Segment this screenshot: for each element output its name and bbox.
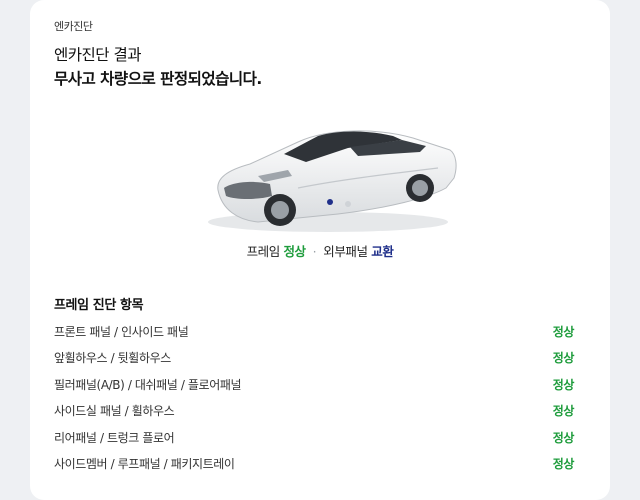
item-status: 정상	[552, 430, 575, 445]
list-item: 리어패널 / 트렁크 플로어 정상	[54, 424, 574, 451]
list-item: 사이드실 패널 / 휠하우스 정상	[54, 398, 574, 425]
item-status: 정상	[552, 324, 575, 339]
list-item: 필러패널(A/B) / 대쉬패널 / 플로어패널 정상	[54, 371, 574, 398]
frame-label: 프레임	[246, 244, 281, 259]
item-label: 사이드멤버 / 루프패널 / 패키지트레이	[54, 457, 235, 472]
frame-status: 정상	[283, 244, 306, 259]
item-label: 필러패널(A/B) / 대쉬패널 / 플로어패널	[54, 377, 242, 392]
section-label: 엔카진단	[54, 20, 93, 33]
car-image	[188, 118, 458, 236]
panel-status: 교환	[371, 244, 394, 259]
diagnosis-card: 엔카진단 엔카진단 결과 무사고 차량으로 판정되었습니다. 프레임 정상 · …	[30, 0, 610, 500]
item-label: 앞휠하우스 / 뒷휠하우스	[54, 351, 171, 366]
item-label: 사이드실 패널 / 휠하우스	[54, 404, 175, 419]
panel-label: 외부패널	[323, 244, 368, 259]
list-item: 프론트 패널 / 인사이드 패널 정상	[54, 318, 574, 345]
item-status: 정상	[552, 404, 575, 419]
diagnosis-summary: 프레임 정상 · 외부패널 교환	[30, 241, 610, 260]
separator-dot: ·	[312, 244, 317, 259]
result-title: 엔카진단 결과 무사고 차량으로 판정되었습니다.	[54, 43, 262, 91]
item-label: 리어패널 / 트렁크 플로어	[54, 430, 175, 445]
list-item: 앞휠하우스 / 뒷휠하우스 정상	[54, 345, 574, 372]
frame-items-title: 프레임 진단 항목	[54, 298, 144, 313]
frame-items-list: 프론트 패널 / 인사이드 패널 정상 앞휠하우스 / 뒷휠하우스 정상 필러패…	[54, 318, 574, 477]
result-title-line2: 무사고 차량으로 판정되었습니다.	[54, 70, 262, 88]
car-illustration	[208, 130, 457, 232]
result-title-line1: 엔카진단 결과	[54, 46, 141, 64]
list-item: 사이드멤버 / 루프패널 / 패키지트레이 정상	[54, 451, 574, 478]
item-status: 정상	[552, 351, 575, 366]
item-status: 정상	[552, 457, 575, 472]
item-status: 정상	[552, 377, 575, 392]
item-label: 프론트 패널 / 인사이드 패널	[54, 324, 189, 339]
